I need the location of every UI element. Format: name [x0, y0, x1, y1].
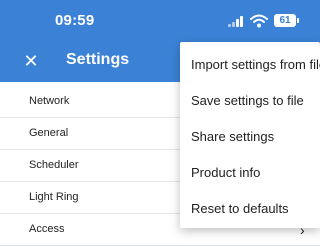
battery-level: 61: [279, 15, 291, 26]
menu-item-label: Import settings from file: [191, 57, 320, 72]
status-time: 09:59: [55, 12, 95, 29]
menu-item-label: Save settings to file: [191, 93, 304, 108]
close-icon[interactable]: ✕: [20, 50, 42, 72]
menu-item-product-info[interactable]: Product info: [180, 156, 320, 190]
status-bar: 09:59 61: [0, 0, 320, 40]
battery-tip: [297, 18, 299, 23]
list-item-label: Network: [29, 95, 70, 107]
signal-icon: [228, 14, 244, 28]
battery-icon: 61: [274, 14, 296, 27]
list-item-label: Access: [29, 223, 65, 235]
overflow-menu: Import settings from file Save settings …: [180, 42, 320, 228]
menu-item-import-settings[interactable]: Import settings from file: [180, 48, 320, 82]
menu-item-label: Product info: [191, 165, 261, 180]
list-item-label: Light Ring: [29, 191, 79, 203]
menu-item-save-settings[interactable]: Save settings to file: [180, 84, 320, 118]
menu-item-label: Reset to defaults: [191, 201, 289, 216]
menu-item-reset-defaults[interactable]: Reset to defaults: [180, 192, 320, 226]
list-item-label: Scheduler: [29, 159, 79, 171]
menu-item-label: Share settings: [191, 129, 275, 144]
menu-item-share-settings[interactable]: Share settings: [180, 120, 320, 154]
list-item-label: General: [29, 127, 69, 139]
page-title: Settings: [66, 51, 130, 68]
wifi-icon: [250, 14, 268, 28]
